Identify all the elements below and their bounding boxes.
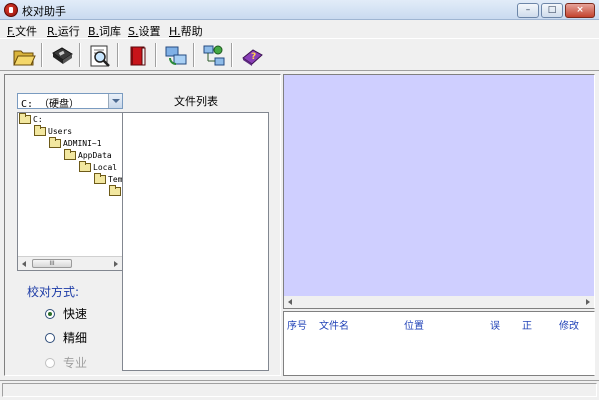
column-header-modify[interactable]: 修改 [559,317,579,332]
folder-tree[interactable]: C: Users ADMINI~1 AppData Local Tem III [17,112,123,271]
column-header-index[interactable]: 序号 [287,317,307,332]
scroll-right-icon[interactable] [114,261,118,267]
folder-icon [49,137,61,148]
proofread-mode-label: 校对方式: [27,285,80,299]
folder-icon [19,113,31,124]
left-panel: C: （硬盘） 文件列表 C: Users ADMINI~1 AppData L… [4,74,281,376]
proofread-button[interactable] [84,41,114,69]
folder-icon [34,125,46,136]
network-settings-icon [203,45,225,66]
toolbar-separator [231,43,233,67]
tree-node[interactable]: ADMINI~1 [49,137,102,150]
help-book-icon: ? [242,49,263,66]
drive-select[interactable]: C: （硬盘） [17,93,123,110]
title-bar: 校对助手 – □ × [0,0,599,20]
column-header-wrong[interactable]: 误 [490,317,500,332]
compare-button[interactable] [160,41,190,69]
folder-icon [79,161,91,172]
file-list[interactable] [122,112,269,371]
toolbar-separator [41,43,43,67]
scroll-left-icon[interactable] [22,261,26,267]
preview-horizontal-scrollbar[interactable] [284,296,594,308]
scroll-thumb[interactable]: III [32,259,72,268]
scroll-right-icon[interactable] [586,299,590,305]
minimize-button[interactable]: – [517,3,539,18]
folder-icon [94,173,106,184]
svg-text:?: ? [251,52,256,62]
drive-select-value: C: （硬盘） [21,99,80,110]
maximize-button[interactable]: □ [541,3,563,18]
column-header-position[interactable]: 位置 [404,317,424,332]
toolbar-separator [155,43,157,67]
save-disk-icon [52,47,73,64]
mode-fine-radio[interactable]: 精细 [45,331,87,345]
app-logo-icon [4,3,18,17]
dictionary-button[interactable] [122,41,152,69]
close-button[interactable]: × [565,3,595,18]
folder-icon [64,149,76,160]
open-folder-icon [13,50,36,66]
tree-node[interactable]: AppData [64,149,112,162]
open-folder-button[interactable] [8,41,38,69]
toolbar-separator [117,43,119,67]
status-bar [0,380,599,400]
menu-file[interactable]: F.文件 [7,23,37,39]
column-header-correct[interactable]: 正 [522,317,532,332]
menu-dictionary[interactable]: B.词库 [88,23,121,39]
toolbar-separator [79,43,81,67]
mode-pro-radio: 专业 [45,356,87,370]
help-button[interactable]: ? [236,41,266,69]
menu-settings[interactable]: S.设置 [128,23,160,39]
network-compare-icon [165,46,187,65]
folder-icon [109,185,121,196]
mode-fast-radio[interactable]: 快速 [45,307,87,321]
radio-dot-icon [45,332,55,343]
tree-node[interactable] [109,185,122,198]
menu-bar: F.文件 R.运行 B.词库 S.设置 H.帮助 [0,21,599,38]
toolbar: ? [0,38,599,71]
document-preview-area[interactable] [283,74,595,309]
radio-dot-icon [45,357,55,368]
red-book-icon [130,46,146,66]
scroll-left-icon[interactable] [288,299,292,305]
tree-horizontal-scrollbar[interactable]: III [18,256,122,270]
menu-run[interactable]: R.运行 [47,23,80,39]
network-settings-button[interactable] [198,41,228,69]
results-table[interactable]: 序号 文件名 位置 误 正 修改 [283,311,595,376]
file-list-title: 文件列表 [174,95,218,108]
toolbar-separator [193,43,195,67]
status-pane [2,383,597,397]
column-header-filename[interactable]: 文件名 [319,317,349,332]
window-title: 校对助手 [22,5,66,18]
chevron-down-icon[interactable] [108,94,122,108]
menu-help[interactable]: H.帮助 [169,23,203,39]
check-document-icon [90,45,110,67]
radio-dot-icon [45,308,55,319]
save-button[interactable] [46,41,76,69]
